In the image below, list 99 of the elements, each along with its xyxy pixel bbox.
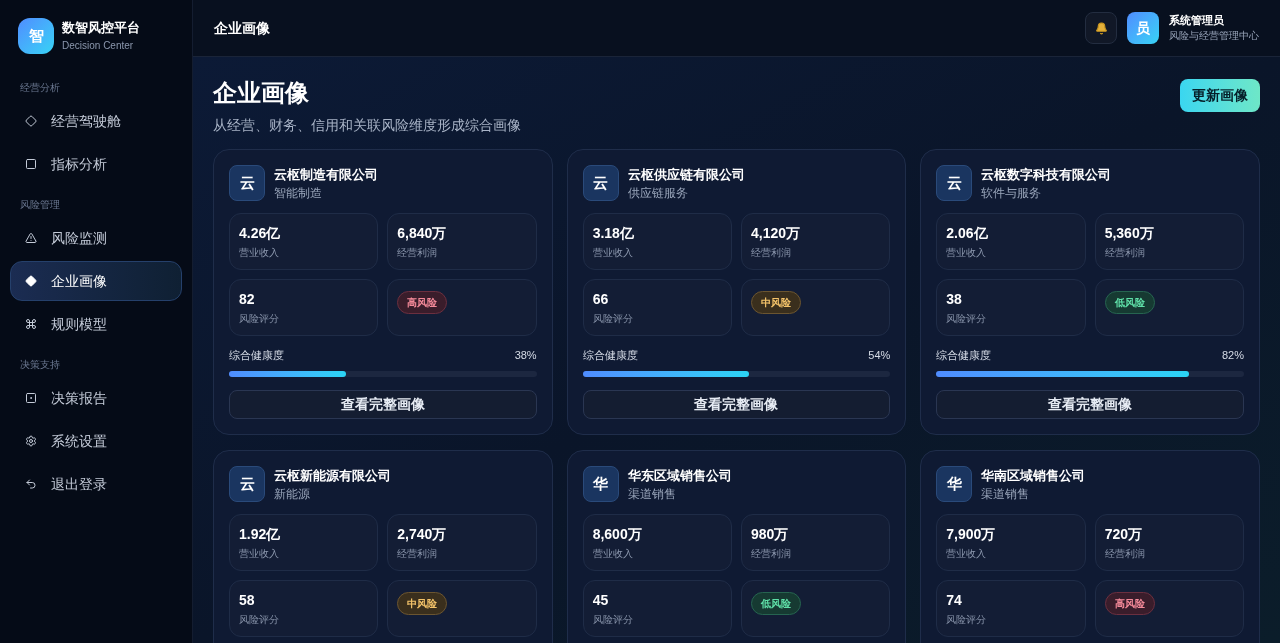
company-name: 云枢供应链有限公司 xyxy=(627,166,745,184)
company-avatar: 云 xyxy=(582,165,619,201)
company-name: 云枢新能源有限公司 xyxy=(274,467,391,485)
company-name: 华东区域销售公司 xyxy=(627,467,732,485)
metric-value: 980万 xyxy=(751,525,790,544)
metric-label: 经营利润 xyxy=(751,247,792,259)
company-name: 云枢制造有限公司 xyxy=(274,166,378,184)
view-profile-button[interactable]: 查看完整画像 xyxy=(582,389,891,419)
risk-badge: 低风险 xyxy=(751,592,801,615)
view-profile-button[interactable]: 查看完整画像 xyxy=(936,389,1244,419)
metric-value: 7,900万 xyxy=(946,525,997,544)
page-subtitle: 从经营、财务、信用和关联风险维度形成综合画像 xyxy=(213,116,521,135)
metric-value: 74 xyxy=(946,591,963,610)
nav-item[interactable]: 退出登录 xyxy=(10,464,182,504)
diamond-icon xyxy=(25,275,37,287)
metric-value: 66 xyxy=(592,290,610,309)
metric-label: 经营利润 xyxy=(1104,247,1146,259)
metric-label: 风险评分 xyxy=(946,313,988,325)
metric-value: 2,740万 xyxy=(397,525,448,544)
company-name: 华南区域销售公司 xyxy=(981,467,1086,485)
metric-value: 38 xyxy=(946,290,963,309)
nav-item[interactable]: 系统设置 xyxy=(10,421,182,461)
risk-badge: 高风险 xyxy=(1104,592,1155,615)
nav-item[interactable]: 经营驾驶舱 xyxy=(10,101,182,141)
health-label: 综合健康度 xyxy=(229,348,284,363)
metric-label: 风险评分 xyxy=(592,313,634,325)
brand-name: 数智风控平台 xyxy=(62,19,140,37)
brand-subtitle: Decision Center xyxy=(62,39,135,53)
diamond-icon xyxy=(25,115,37,127)
nav-group-label: 风险管理 xyxy=(19,198,61,212)
company-name: 云枢数字科技有限公司 xyxy=(981,166,1112,184)
risk-badge: 高风险 xyxy=(397,291,448,314)
metric-value: 4,120万 xyxy=(751,224,802,243)
nav-group-label: 决策支持 xyxy=(19,358,61,372)
metric-value: 1.92亿 xyxy=(239,525,282,544)
nav-item[interactable]: 规则模型 xyxy=(10,304,182,344)
nav-item[interactable]: 风险监测 xyxy=(10,218,182,258)
health-reading: 54% xyxy=(868,348,891,363)
metric-value: 45 xyxy=(592,591,610,610)
notification-button[interactable] xyxy=(1085,12,1117,44)
metric-value: 58 xyxy=(239,591,256,610)
header-title: 企业画像 xyxy=(214,18,270,38)
square-icon xyxy=(25,392,37,404)
health-reading: 38% xyxy=(514,348,537,363)
page-title: 企业画像 xyxy=(213,78,310,108)
metric-label: 营业收入 xyxy=(592,548,634,560)
company-avatar: 云 xyxy=(229,165,265,201)
metric-value: 6,840万 xyxy=(397,224,448,243)
metric-value: 3.18亿 xyxy=(592,224,635,243)
company-industry: 新能源 xyxy=(274,486,311,502)
health-reading: 82% xyxy=(1221,348,1244,363)
health-label: 综合健康度 xyxy=(936,348,992,363)
company-industry: 供应链服务 xyxy=(627,185,689,201)
nav-group-label: 经营分析 xyxy=(19,81,61,95)
metric-label: 营业收入 xyxy=(239,247,280,259)
warning-icon xyxy=(25,232,37,244)
company-avatar: 云 xyxy=(936,165,973,201)
company-industry: 渠道销售 xyxy=(981,486,1031,502)
metric-label: 经营利润 xyxy=(397,548,439,560)
view-profile-button[interactable]: 查看完整画像 xyxy=(229,389,537,419)
bell-icon xyxy=(1094,21,1108,35)
nav-item[interactable]: 决策报告 xyxy=(10,378,182,418)
metric-label: 营业收入 xyxy=(946,247,988,259)
company-industry: 软件与服务 xyxy=(981,185,1043,201)
nav-item[interactable]: 企业画像 xyxy=(10,261,182,301)
user-name: 系统管理员 xyxy=(1169,13,1225,28)
risk-badge: 低风险 xyxy=(1104,291,1155,314)
metric-value: 5,360万 xyxy=(1104,224,1155,243)
square-icon xyxy=(25,158,37,170)
update-profile-button[interactable]: 更新画像 xyxy=(1180,79,1260,112)
company-industry: 智能制造 xyxy=(274,185,323,201)
brand-logo: 智 xyxy=(18,18,54,54)
return-arrow-icon xyxy=(25,478,37,490)
health-label: 综合健康度 xyxy=(582,348,638,363)
metric-value: 8,600万 xyxy=(592,525,643,544)
metric-value: 720万 xyxy=(1104,525,1143,544)
company-avatar: 华 xyxy=(582,466,619,502)
metric-value: 4.26亿 xyxy=(239,224,282,243)
company-industry: 渠道销售 xyxy=(627,486,677,502)
metric-label: 经营利润 xyxy=(1104,548,1146,560)
metric-value: 82 xyxy=(239,290,256,309)
command-icon xyxy=(25,318,37,330)
company-avatar: 华 xyxy=(936,466,973,502)
metric-value: 2.06亿 xyxy=(946,224,989,243)
metric-label: 风险评分 xyxy=(592,614,634,626)
metric-label: 营业收入 xyxy=(946,548,988,560)
metric-label: 风险评分 xyxy=(946,614,988,626)
company-avatar: 云 xyxy=(229,466,265,502)
metric-label: 经营利润 xyxy=(397,247,439,259)
settings-icon xyxy=(25,435,37,447)
metric-label: 营业收入 xyxy=(592,247,634,259)
risk-badge: 中风险 xyxy=(397,592,448,615)
user-role: 风险与经营管理中心 xyxy=(1169,29,1259,43)
metric-label: 经营利润 xyxy=(751,548,792,560)
metric-label: 营业收入 xyxy=(239,548,280,560)
nav-item[interactable]: 指标分析 xyxy=(10,144,182,184)
metric-label: 风险评分 xyxy=(239,614,280,626)
risk-badge: 中风险 xyxy=(751,291,801,314)
metric-label: 风险评分 xyxy=(239,313,280,325)
